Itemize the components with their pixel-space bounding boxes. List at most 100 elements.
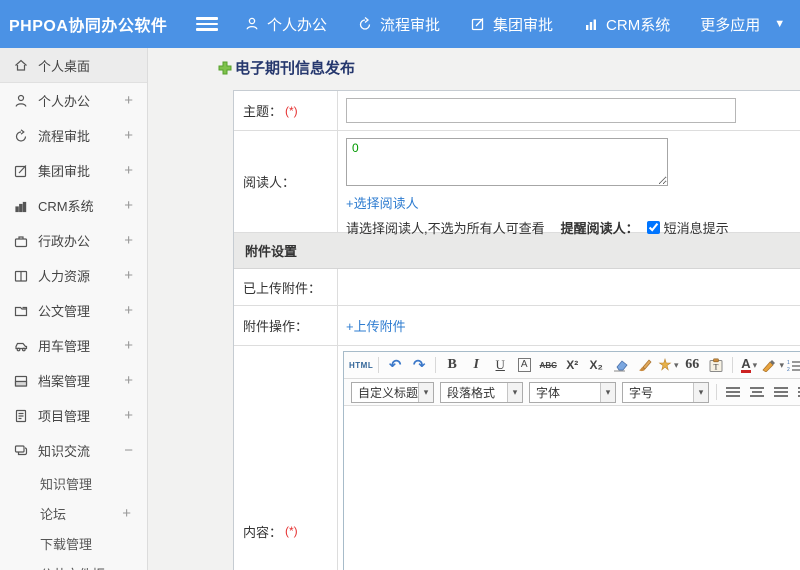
chevron-down-icon: ▾ bbox=[418, 382, 433, 402]
person-icon bbox=[13, 93, 29, 109]
html-source-button[interactable]: HTML bbox=[349, 354, 373, 376]
editor-content-area[interactable] bbox=[344, 406, 800, 570]
subscript-button[interactable]: X₂ bbox=[585, 354, 607, 376]
sidebar-item-group-approval[interactable]: 集团审批 + bbox=[0, 153, 147, 188]
upload-attachment-link[interactable]: +上传附件 bbox=[346, 316, 406, 335]
italic-button[interactable]: I bbox=[465, 354, 487, 376]
chevron-down-icon: ▾ bbox=[600, 382, 615, 402]
undo-button[interactable]: ↶ bbox=[384, 354, 406, 376]
nav-crm-system[interactable]: CRM系统 bbox=[583, 14, 670, 35]
superscript-button[interactable]: X² bbox=[561, 354, 583, 376]
svg-text:1: 1 bbox=[787, 360, 790, 366]
nav-group-approval[interactable]: 集团审批 bbox=[470, 14, 553, 35]
green-plus-icon bbox=[218, 61, 232, 75]
nav-more-apps[interactable]: 更多应用 bbox=[700, 14, 760, 35]
bar-chart-icon bbox=[13, 198, 29, 214]
sidebar-item-knowledge-exchange[interactable]: 知识交流 − bbox=[0, 433, 147, 468]
sidebar-item-project-management[interactable]: 项目管理 + bbox=[0, 398, 147, 433]
align-right-button[interactable] bbox=[770, 381, 792, 403]
top-nav: 个人办公 流程审批 集团审批 CRM系统 更多应用 ▼ bbox=[244, 14, 785, 35]
nav-personal-office[interactable]: 个人办公 bbox=[244, 14, 327, 35]
sidebar-subitem-forum[interactable]: 论坛 + bbox=[0, 498, 147, 528]
uploaded-attachments-label: 已上传附件： bbox=[234, 269, 338, 305]
sidebar-item-admin-office[interactable]: 行政办公 + bbox=[0, 223, 147, 258]
readers-label: 阅读人： bbox=[234, 131, 338, 232]
attachment-operation-label: 附件操作： bbox=[234, 306, 338, 345]
expand-plus-icon[interactable]: + bbox=[124, 232, 133, 249]
chat-icon bbox=[13, 443, 29, 459]
hamburger-menu-icon[interactable] bbox=[196, 17, 218, 31]
readers-textarea[interactable]: 0 bbox=[346, 138, 668, 186]
content-label: 内容： (*) bbox=[234, 346, 338, 570]
select-readers-link[interactable]: +选择阅读人 bbox=[346, 196, 419, 211]
font-style-button[interactable]: A bbox=[513, 354, 535, 376]
underline-button[interactable]: U bbox=[489, 354, 511, 376]
sidebar-item-personal-desktop[interactable]: 个人桌面 bbox=[0, 48, 147, 83]
sidebar-subitem-download-management[interactable]: 下载管理 bbox=[0, 528, 147, 558]
subject-row: 主题： (*) bbox=[234, 91, 800, 131]
readers-note: 请选择阅读人,不选为所有人可查看 提醒阅读人： 短消息提示 bbox=[346, 218, 800, 237]
font-family-select[interactable]: 字体 ▾ bbox=[529, 381, 616, 403]
sidebar-item-workflow-approval[interactable]: 流程审批 + bbox=[0, 118, 147, 153]
heading-select[interactable]: 自定义标题 ▾ bbox=[351, 381, 434, 403]
redo-button[interactable]: ↷ bbox=[408, 354, 430, 376]
collapse-minus-icon[interactable]: − bbox=[124, 442, 133, 459]
eraser-button[interactable] bbox=[609, 354, 631, 376]
clear-format-button[interactable]: ▾ bbox=[657, 354, 679, 376]
sidebar-item-human-resources[interactable]: 人力资源 + bbox=[0, 258, 147, 293]
expand-plus-icon[interactable]: + bbox=[124, 92, 133, 109]
sidebar-item-document-management[interactable]: 公文管理 + bbox=[0, 293, 147, 328]
expand-plus-icon[interactable]: + bbox=[124, 127, 133, 144]
paragraph-format-select[interactable]: 段落格式 ▾ bbox=[440, 381, 523, 403]
align-justify-button[interactable] bbox=[794, 381, 800, 403]
sms-reminder-checkbox[interactable] bbox=[646, 221, 660, 234]
workflow-icon bbox=[13, 128, 29, 144]
expand-plus-icon[interactable]: + bbox=[124, 197, 133, 214]
sms-reminder-label: 短消息提示 bbox=[663, 221, 729, 236]
chevron-down-icon: ▾ bbox=[779, 359, 784, 370]
chevron-down-icon[interactable]: ▼ bbox=[774, 18, 785, 30]
uploaded-attachments-value bbox=[338, 269, 800, 305]
svg-text:2: 2 bbox=[787, 367, 790, 372]
expand-plus-icon[interactable]: + bbox=[124, 407, 133, 424]
ordered-list-button[interactable]: 12▾ bbox=[786, 354, 800, 376]
sidebar-item-vehicle-management[interactable]: 用车管理 + bbox=[0, 328, 147, 363]
subject-label: 主题： (*) bbox=[234, 91, 338, 130]
bold-button[interactable]: B bbox=[441, 354, 463, 376]
expand-plus-icon[interactable]: + bbox=[124, 372, 133, 389]
publish-form: 主题： (*) 阅读人： 0 +选择阅读人 请选择阅读人,不选为所有人可查看 提醒… bbox=[233, 90, 800, 570]
sidebar-subitem-public-file-cabinet[interactable]: 公共文件柜 bbox=[0, 558, 147, 570]
sidebar: 个人桌面 个人办公 + 流程审批 + 集团审批 + CRM系统 + 行政办公 +… bbox=[0, 48, 148, 570]
sidebar-item-crm-system[interactable]: CRM系统 + bbox=[0, 188, 147, 223]
chevron-down-icon: ▾ bbox=[752, 359, 758, 370]
highlight-color-button[interactable]: ▾ bbox=[762, 354, 784, 376]
expand-plus-icon[interactable]: + bbox=[124, 302, 133, 319]
format-painter-button[interactable] bbox=[633, 354, 655, 376]
align-center-button[interactable] bbox=[746, 381, 768, 403]
blockquote-button[interactable]: 66 bbox=[681, 354, 703, 376]
sidebar-subitem-knowledge-management[interactable]: 知识管理 bbox=[0, 468, 147, 498]
book-icon bbox=[13, 268, 29, 284]
readers-row: 阅读人： 0 +选择阅读人 请选择阅读人,不选为所有人可查看 提醒阅读人： 短消… bbox=[234, 131, 800, 236]
document-icon bbox=[13, 408, 29, 424]
bar-chart-icon bbox=[583, 16, 599, 32]
subject-input[interactable] bbox=[346, 98, 736, 123]
chevron-down-icon: ▾ bbox=[673, 359, 679, 370]
nav-workflow-approval[interactable]: 流程审批 bbox=[357, 14, 440, 35]
car-icon bbox=[13, 338, 29, 354]
font-size-select[interactable]: 字号 ▾ bbox=[622, 381, 709, 403]
paste-text-button[interactable]: T bbox=[705, 354, 727, 376]
font-color-button[interactable]: A ▾ bbox=[738, 354, 760, 376]
expand-plus-icon[interactable]: + bbox=[124, 337, 133, 354]
expand-plus-icon[interactable]: + bbox=[124, 267, 133, 284]
page-title: 电子期刊信息发布 bbox=[218, 57, 355, 78]
expand-plus-icon[interactable]: + bbox=[124, 162, 133, 179]
sidebar-item-archive-management[interactable]: 档案管理 + bbox=[0, 363, 147, 398]
sidebar-item-personal-office[interactable]: 个人办公 + bbox=[0, 83, 147, 118]
chevron-down-icon: ▾ bbox=[507, 382, 522, 402]
chevron-down-icon: ▾ bbox=[693, 382, 708, 402]
expand-plus-icon[interactable]: + bbox=[122, 505, 131, 522]
top-header: PHPOA协同办公软件 个人办公 流程审批 集团审批 CRM系统 更多应用 ▼ bbox=[0, 0, 800, 48]
strikethrough-button[interactable]: ABC bbox=[537, 354, 559, 376]
align-left-button[interactable] bbox=[722, 381, 744, 403]
